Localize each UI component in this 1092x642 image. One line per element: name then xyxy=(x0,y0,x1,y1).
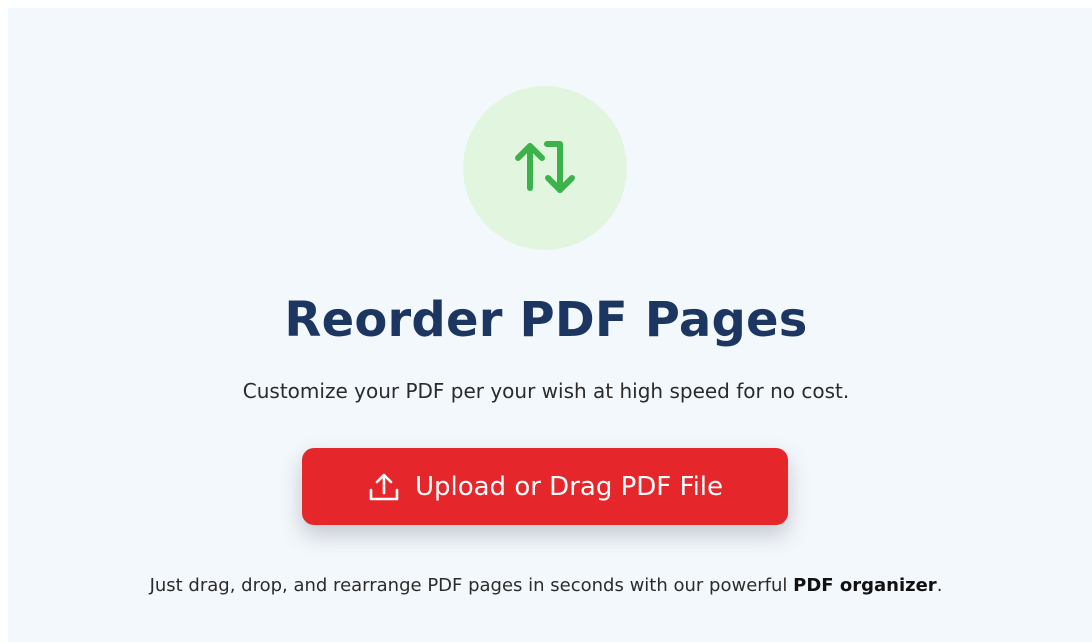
swap-vertical-arrows-icon xyxy=(503,126,587,210)
upload-button-label: Upload or Drag PDF File xyxy=(414,471,724,502)
page-subtitle: Customize your PDF per your wish at high… xyxy=(242,379,850,403)
footer-text: Just drag, drop, and rearrange PDF pages… xyxy=(149,575,794,596)
footer-suffix: . xyxy=(936,575,943,596)
upload-icon xyxy=(367,470,401,504)
upload-pdf-button[interactable]: Upload or Drag PDF File xyxy=(302,448,788,525)
footer-description: Just drag, drop, and rearrange PDF pages… xyxy=(0,572,1092,600)
page-title: Reorder PDF Pages xyxy=(284,292,808,348)
reorder-icon-badge xyxy=(463,86,627,250)
pdf-organizer-link[interactable]: PDF organizer xyxy=(793,575,937,596)
